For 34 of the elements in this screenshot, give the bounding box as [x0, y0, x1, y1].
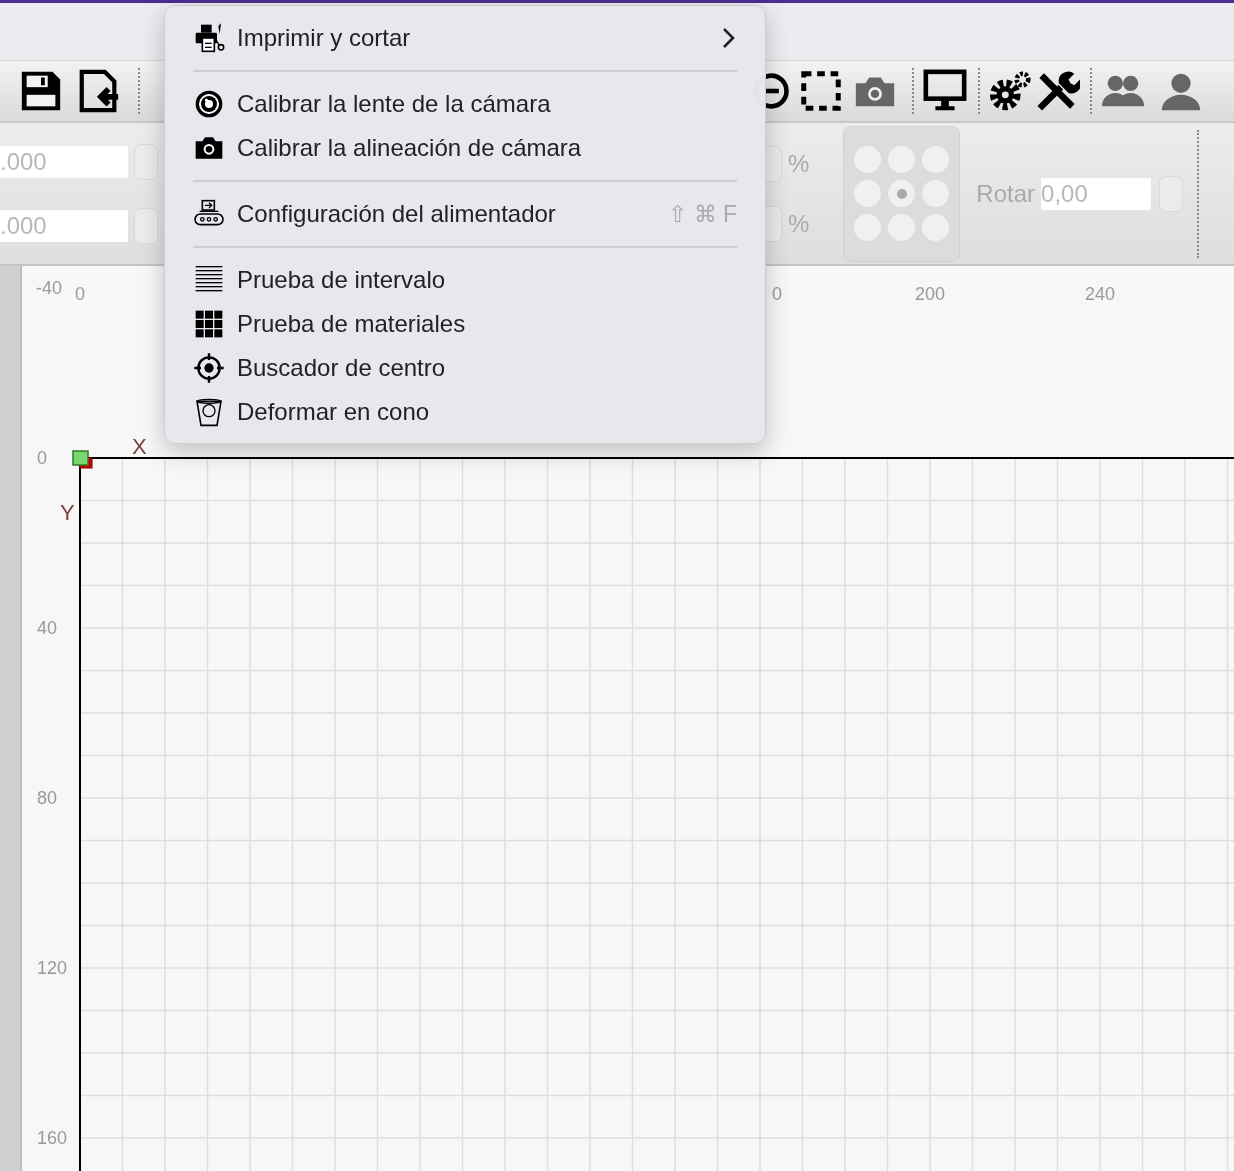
- spinner[interactable]: [134, 207, 158, 244]
- ruler-label: 0: [75, 284, 85, 304]
- crosshair-icon: [193, 352, 225, 384]
- ruler-label: 200: [915, 284, 945, 304]
- rotate-label: Rotar: [976, 179, 1036, 208]
- percent-unit: %: [788, 209, 810, 238]
- menu-item[interactable]: Deformar en cono: [193, 390, 737, 434]
- ruler-label: 0: [772, 284, 782, 304]
- ruler-label: 80: [37, 788, 58, 808]
- y-axis-label: Y: [60, 500, 75, 525]
- ruler-label: 120: [37, 958, 68, 978]
- printer-scissors-icon: [193, 22, 225, 54]
- selection-icon[interactable]: [798, 68, 844, 114]
- ruler-label: -40: [36, 278, 62, 298]
- ruler-label: 240: [1085, 284, 1115, 304]
- spinner[interactable]: [134, 143, 158, 180]
- cup-icon: [193, 396, 225, 428]
- menu-item[interactable]: Buscador de centro: [193, 346, 737, 390]
- grid-icon: [193, 308, 225, 340]
- menu-item[interactable]: Configuración del alimentador ⇧ ⌘ F: [193, 192, 737, 236]
- lens-icon: [193, 88, 225, 120]
- chevron-right-icon: [721, 27, 737, 49]
- menu-item[interactable]: Calibrar la lente de la cámara: [193, 82, 737, 126]
- x-axis-label: X: [132, 434, 147, 459]
- menu-item[interactable]: Prueba de intervalo: [193, 258, 737, 302]
- ruler-label: 160: [37, 1128, 68, 1148]
- ruler-label: 40: [37, 618, 58, 638]
- menu-item[interactable]: Prueba de materiales: [193, 302, 737, 346]
- menu-item[interactable]: Calibrar la alineación de cámara: [193, 126, 737, 170]
- origin-marker[interactable]: [72, 450, 93, 469]
- ruler-label: 0: [37, 448, 47, 468]
- percent-unit: %: [788, 149, 810, 178]
- anchor-point[interactable]: [888, 180, 916, 207]
- shortcut-label: ⇧ ⌘ F: [668, 200, 737, 228]
